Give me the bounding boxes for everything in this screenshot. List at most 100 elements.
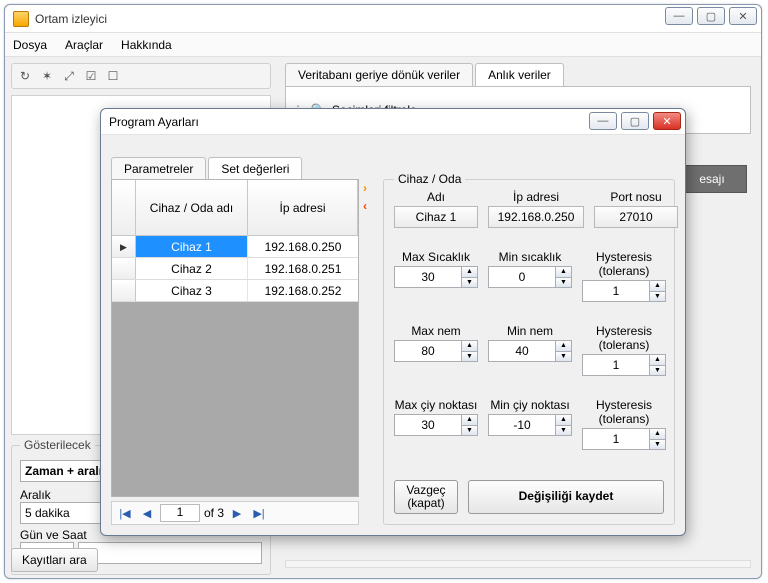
cancel-button[interactable]: Vazgeç (kapat) (394, 480, 458, 514)
dialog-close-button[interactable]: ✕ (653, 112, 681, 130)
maximize-button[interactable]: ▢ (697, 7, 725, 25)
name-label: Adı (427, 190, 445, 204)
port-label: Port nosu (610, 190, 661, 204)
arrow-right-icon[interactable]: › (363, 181, 367, 195)
search-records-button[interactable]: Kayıtları ara (11, 548, 98, 572)
grid-navigator: |◀ ◀ 1 of 3 ▶ ▶| (111, 501, 359, 525)
row-indicator-icon (112, 258, 136, 279)
chevron-down-icon[interactable]: ▼ (555, 426, 571, 436)
hum-hyst-label: Hysteresis (tolerans) (582, 324, 666, 352)
table-row[interactable]: Cihaz 3 192.168.0.252 (112, 280, 358, 302)
chevron-up-icon[interactable]: ▲ (555, 415, 571, 426)
dialog-titlebar: Program Ayarları — ▢ ✕ (101, 109, 685, 135)
table-row[interactable]: Cihaz 1 192.168.0.250 (112, 236, 358, 258)
chevron-down-icon[interactable]: ▼ (461, 352, 477, 362)
dialog-maximize-button[interactable]: ▢ (621, 112, 649, 130)
dew-hyst-label: Hysteresis (tolerans) (582, 398, 666, 426)
max-hum-label: Max nem (411, 324, 460, 338)
tab-set-values[interactable]: Set değerleri (208, 157, 302, 180)
chevron-up-icon[interactable]: ▲ (555, 341, 571, 352)
left-toolbar: ↻ ✶ ⤢ ☑ ☐ (11, 63, 271, 89)
cell-name: Cihaz 2 (136, 258, 248, 279)
min-dew-stepper[interactable]: -10▲▼ (488, 414, 572, 436)
main-title: Ortam izleyici (35, 12, 753, 26)
temp-hyst-stepper[interactable]: 1▲▼ (582, 280, 666, 302)
nav-first-icon[interactable]: |◀ (116, 504, 134, 522)
chevron-down-icon[interactable]: ▼ (649, 440, 665, 450)
refresh-icon[interactable]: ↻ (18, 69, 32, 83)
nav-of-label: of 3 (204, 506, 224, 520)
arrow-left-icon[interactable]: ‹ (363, 199, 367, 213)
chevron-up-icon[interactable]: ▲ (649, 429, 665, 440)
cell-name: Cihaz 3 (136, 280, 248, 301)
row-indicator-icon (112, 236, 136, 257)
chevron-down-icon[interactable]: ▼ (555, 352, 571, 362)
min-hum-label: Min nem (507, 324, 553, 338)
max-temp-stepper[interactable]: 30▲▼ (394, 266, 478, 288)
chevron-up-icon[interactable]: ▲ (461, 267, 477, 278)
device-grid[interactable]: Cihaz / Oda adı İp adresi Cihaz 1 192.16… (111, 179, 359, 497)
dew-hyst-stepper[interactable]: 1▲▼ (582, 428, 666, 450)
menu-file[interactable]: Dosya (13, 38, 47, 52)
nav-page-input[interactable]: 1 (160, 504, 200, 522)
check-icon[interactable]: ☑ (84, 69, 98, 83)
min-temp-stepper[interactable]: 0▲▼ (488, 266, 572, 288)
cell-ip: 192.168.0.252 (248, 280, 358, 301)
temp-hyst-label: Hysteresis (tolerans) (582, 250, 666, 278)
uncheck-icon[interactable]: ☐ (106, 69, 120, 83)
max-dew-stepper[interactable]: 30▲▼ (394, 414, 478, 436)
row-indicator-icon (112, 280, 136, 301)
chevron-down-icon[interactable]: ▼ (461, 278, 477, 288)
save-button[interactable]: Değişiliği kaydet (468, 480, 664, 514)
minimize-button[interactable]: — (665, 7, 693, 25)
form-legend: Cihaz / Oda (394, 172, 465, 186)
port-value: 27010 (594, 206, 678, 228)
app-icon (13, 11, 29, 27)
col-device-name: Cihaz / Oda adı (136, 180, 248, 235)
nav-prev-icon[interactable]: ◀ (138, 504, 156, 522)
daytime-input[interactable] (78, 542, 262, 564)
chevron-up-icon[interactable]: ▲ (461, 341, 477, 352)
menu-about[interactable]: Hakkında (121, 38, 172, 52)
chevron-down-icon[interactable]: ▼ (555, 278, 571, 288)
chevron-down-icon[interactable]: ▼ (649, 292, 665, 302)
expand-icon[interactable]: ⤢ (62, 69, 76, 83)
menubar: Dosya Araçlar Hakkında (5, 33, 761, 57)
chevron-up-icon[interactable]: ▲ (649, 281, 665, 292)
chevron-up-icon[interactable]: ▲ (461, 415, 477, 426)
grid-header: Cihaz / Oda adı İp adresi (112, 180, 358, 236)
min-temp-label: Min sıcaklık (499, 250, 562, 264)
ip-value: 192.168.0.250 (488, 206, 584, 228)
menu-tools[interactable]: Araçlar (65, 38, 103, 52)
dialog-minimize-button[interactable]: — (589, 112, 617, 130)
table-row[interactable]: Cihaz 2 192.168.0.251 (112, 258, 358, 280)
collapse-icon[interactable]: ✶ (40, 69, 54, 83)
chevron-up-icon[interactable]: ▲ (649, 355, 665, 366)
max-hum-stepper[interactable]: 80▲▼ (394, 340, 478, 362)
nav-last-icon[interactable]: ▶| (250, 504, 268, 522)
col-ip: İp adresi (248, 180, 358, 235)
close-button[interactable]: ✕ (729, 7, 757, 25)
hum-hyst-stepper[interactable]: 1▲▼ (582, 354, 666, 376)
filter-mode-value: Zaman + aralı (25, 464, 102, 478)
tab-database[interactable]: Veritabanı geriye dönük veriler (285, 63, 473, 86)
cell-ip: 192.168.0.251 (248, 258, 358, 279)
ip-label: İp adresi (513, 190, 559, 204)
chevron-up-icon[interactable]: ▲ (555, 267, 571, 278)
chevron-down-icon[interactable]: ▼ (461, 426, 477, 436)
max-dew-label: Max çiy noktası (395, 398, 478, 412)
row-selector-header (112, 180, 136, 235)
cell-name: Cihaz 1 (136, 236, 248, 257)
filter-legend: Gösterilecek (20, 438, 95, 452)
dialog-title: Program Ayarları (109, 115, 199, 129)
name-value: Cihaz 1 (394, 206, 478, 228)
settings-dialog: Program Ayarları — ▢ ✕ Parametreler Set … (100, 108, 686, 536)
range-value: 5 dakika (25, 506, 70, 520)
tab-live[interactable]: Anlık veriler (475, 63, 564, 86)
min-hum-stepper[interactable]: 40▲▼ (488, 340, 572, 362)
cell-ip: 192.168.0.250 (248, 236, 358, 257)
nav-next-icon[interactable]: ▶ (228, 504, 246, 522)
chevron-down-icon[interactable]: ▼ (649, 366, 665, 376)
tab-parameters[interactable]: Parametreler (111, 157, 206, 180)
footer-strip (285, 560, 751, 568)
